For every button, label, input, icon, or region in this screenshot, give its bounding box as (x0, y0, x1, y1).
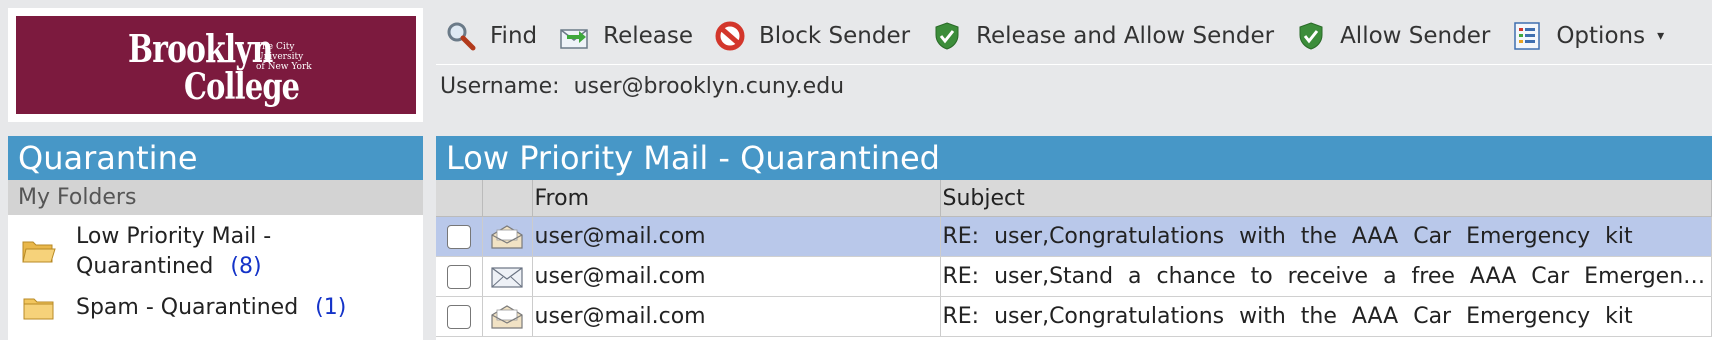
subject-cell: RE: user,Stand a chance to receive a fre… (940, 256, 1712, 297)
folder-count[interactable]: (1) (315, 295, 346, 320)
find-label: Find (490, 23, 538, 49)
subject-cell: RE: user,Congratulations with the AAA Ca… (940, 216, 1712, 257)
checkbox-cell (436, 296, 483, 337)
logo-tagline-line: University (256, 52, 304, 62)
username-label: Username: (440, 73, 560, 99)
open-envelope-icon (491, 304, 523, 329)
from-cell: user@mail.com (532, 216, 941, 257)
folder-low-priority-mail[interactable]: Low Priority Mail - Quarantined (8) (8, 216, 423, 288)
magnifier-icon (446, 21, 476, 51)
logo-tagline-line: The City (256, 42, 295, 52)
folder-label: Low Priority Mail - (76, 224, 272, 249)
from-cell: user@mail.com (532, 256, 941, 297)
row-checkbox[interactable] (446, 264, 471, 289)
closed-envelope-icon (491, 266, 523, 288)
open-folder-icon (22, 238, 56, 264)
icon-cell (482, 216, 533, 257)
message-list-panel: Low Priority Mail - Quarantined From Sub… (436, 136, 1712, 340)
shield-check-icon (1296, 21, 1326, 51)
release-and-allow-sender-label: Release and Allow Sender (976, 23, 1275, 49)
folder-label: Quarantined (76, 254, 214, 279)
from-cell: user@mail.com (532, 296, 941, 337)
username-row: Username: user@brooklyn.cuny.edu (440, 66, 844, 106)
from-column-header[interactable]: From (532, 180, 941, 217)
sidebar-title: Quarantine (8, 136, 423, 180)
find-button[interactable]: Find (446, 16, 537, 56)
options-list-icon (1512, 21, 1542, 51)
allow-sender-label: Allow Sender (1340, 23, 1491, 49)
subject-column-header[interactable]: Subject (940, 180, 1712, 217)
shield-check-icon (932, 21, 962, 51)
block-sender-button[interactable]: Block Sender (715, 16, 910, 56)
toolbar-panel: Find Release Block Sender Release and Al… (436, 8, 1712, 122)
release-label: Release (603, 23, 693, 49)
folder-spam[interactable]: Spam - Quarantined (1) (8, 288, 423, 328)
sidebar: Quarantine My Folders Low Priority Mail … (8, 136, 423, 340)
toolbar: Find Release Block Sender Release and Al… (436, 8, 1712, 65)
icon-column-header (482, 180, 533, 217)
open-envelope-icon (491, 224, 523, 249)
block-icon (715, 21, 745, 51)
row-checkbox[interactable] (446, 304, 471, 329)
brooklyn-college-logo: Brooklyn The City University of New York… (16, 16, 416, 114)
select-column-header (436, 180, 483, 217)
options-label: Options (1556, 23, 1646, 49)
table-row[interactable]: user@mail.com RE: user,Congratulations w… (436, 296, 1712, 337)
envelope-arrow-icon (559, 21, 589, 51)
allow-sender-button[interactable]: Allow Sender (1296, 16, 1490, 56)
block-sender-label: Block Sender (759, 23, 911, 49)
my-folders-header: My Folders (8, 180, 423, 216)
table-header-row: From Subject (436, 180, 1712, 217)
logo-container: Brooklyn The City University of New York… (8, 8, 423, 122)
message-table: From Subject user@mail.com RE: user,Cong… (436, 180, 1712, 337)
release-and-allow-sender-button[interactable]: Release and Allow Sender (932, 16, 1274, 56)
row-checkbox[interactable] (446, 224, 471, 249)
subject-cell: RE: user,Congratulations with the AAA Ca… (940, 296, 1712, 337)
options-menu-button[interactable]: Options ▾ (1512, 16, 1664, 56)
username-value: user@brooklyn.cuny.edu (573, 73, 845, 99)
chevron-down-icon: ▾ (1657, 28, 1665, 44)
folder-count[interactable]: (8) (230, 254, 261, 279)
folder-label: Spam - Quarantined (76, 295, 299, 320)
table-row[interactable]: user@mail.com RE: user,Congratulations w… (436, 216, 1712, 257)
table-row[interactable]: user@mail.com RE: user,Stand a chance to… (436, 256, 1712, 297)
message-list-title: Low Priority Mail - Quarantined (436, 136, 1712, 180)
logo-word-brooklyn: Brooklyn (128, 26, 273, 71)
checkbox-cell (436, 216, 483, 257)
checkbox-cell (436, 256, 483, 297)
icon-cell (482, 256, 533, 297)
icon-cell (482, 296, 533, 337)
folder-icon (22, 295, 56, 321)
logo-word-college: College (184, 66, 300, 108)
release-button[interactable]: Release (559, 16, 693, 56)
